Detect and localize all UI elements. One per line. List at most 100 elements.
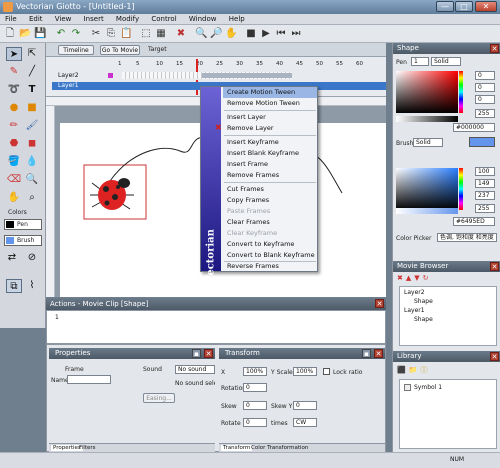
actions-editor[interactable]: 1 [46, 310, 386, 344]
name-field[interactable] [67, 375, 111, 384]
up-icon[interactable]: ▲ [406, 274, 414, 282]
motion-path[interactable] [109, 136, 209, 182]
oval-tool-icon[interactable]: ● [6, 101, 22, 115]
new-symbol-icon[interactable]: ⬛ [397, 366, 409, 374]
go-to-movie-button[interactable]: Go To Movie [100, 45, 140, 55]
easing-button[interactable]: Easing... [143, 393, 175, 403]
menu-item-insert-blank-keyframe[interactable]: Insert Blank Keyframe [227, 148, 317, 159]
rect-tool-icon[interactable]: ■ [24, 101, 40, 115]
timeline-toggle-button[interactable]: Timeline [58, 45, 94, 55]
pen-r-field[interactable]: 0 [475, 71, 495, 80]
tab-transform[interactable]: Transform [221, 445, 253, 451]
menu-item-insert-keyframe[interactable]: Insert Keyframe [227, 137, 317, 148]
pen-color-swatch[interactable]: Pen [4, 219, 42, 230]
pen-color-picker[interactable] [396, 71, 458, 113]
menu-item-convert-to-blank-keyframe[interactable]: Convert to Blank Keyframe [227, 250, 317, 261]
layer-row-layer2[interactable]: Layer2 [52, 72, 386, 80]
delete-icon[interactable]: ✖ [397, 274, 406, 282]
brush-alpha-slider[interactable] [396, 208, 458, 214]
actions-close-icon[interactable]: ✕ [375, 299, 384, 308]
fast-forward-icon[interactable]: ⏭ [290, 28, 302, 40]
menu-control[interactable]: Control [146, 14, 181, 24]
minimize-button[interactable]: — [436, 1, 454, 12]
menu-item-remove-frames[interactable]: Remove Frames [227, 170, 317, 181]
refresh-icon[interactable]: ↻ [423, 274, 432, 282]
x-scale-field[interactable]: 100% [243, 367, 267, 376]
magnifier-tool-icon[interactable]: ⌕ [24, 191, 40, 205]
properties-close-icon[interactable]: ✕ [204, 349, 213, 358]
ladybug-icon[interactable] [90, 178, 134, 210]
zoom-in-icon[interactable]: 🔎 [210, 28, 222, 40]
skewy-field[interactable]: 0 [293, 401, 317, 410]
play-icon[interactable]: ▶ [260, 28, 272, 40]
smooth-icon[interactable]: ⌇ [24, 279, 40, 293]
movie-browser-close-icon[interactable]: ✕ [490, 262, 499, 271]
skew-field[interactable]: 0 [243, 401, 267, 410]
menu-file[interactable]: File [0, 14, 22, 24]
library-close-icon[interactable]: ✕ [490, 352, 499, 361]
brush-b-field[interactable]: 237 [475, 191, 495, 200]
brush-r-field[interactable]: 100 [475, 167, 495, 176]
redo-icon[interactable]: ↷ [70, 28, 82, 40]
rewind-icon[interactable]: ⏮ [275, 28, 287, 40]
pen-g-field[interactable]: 0 [475, 83, 495, 92]
maximize-button[interactable]: □ [455, 1, 473, 12]
lasso-tool-icon[interactable]: ➰ [6, 83, 22, 97]
tween-span[interactable] [202, 73, 292, 78]
text-tool-icon[interactable]: T [24, 83, 40, 97]
menu-item-copy-frames[interactable]: Copy Frames [227, 195, 317, 206]
brush-g-field[interactable]: 149 [475, 179, 495, 188]
library-item-symbol[interactable]: Symbol 1 [414, 384, 442, 391]
menu-window[interactable]: Window [184, 14, 222, 24]
paste-icon[interactable]: 📋 [120, 28, 132, 40]
dropper-icon[interactable]: 💧 [24, 155, 40, 169]
pen-hex-field[interactable]: #000000 [453, 123, 495, 132]
pen-alpha-field[interactable]: 255 [475, 109, 495, 118]
pen-style-select[interactable]: Solid [431, 57, 461, 66]
pen-b-field[interactable]: 0 [475, 95, 495, 104]
sound-select[interactable]: No sound [175, 365, 215, 374]
snap-icon[interactable]: ⧉ [6, 279, 22, 293]
menu-item-clear-keyframe[interactable]: Clear Keyframe [227, 228, 317, 239]
line-tool-icon[interactable]: ╱ [24, 65, 40, 79]
open-file-icon[interactable]: 📂 [19, 28, 31, 40]
pencil-tool-icon[interactable]: ✏ [6, 119, 22, 133]
down-icon[interactable]: ▼ [414, 274, 422, 282]
import-icon[interactable]: ⬚ [140, 28, 152, 40]
menu-item-cut-frames[interactable]: Cut Frames [227, 184, 317, 195]
folder-icon[interactable]: 📁 [409, 366, 421, 374]
brush-hex-field[interactable]: #6495ED [453, 217, 495, 226]
tree-item-layer2[interactable]: Layer2 [404, 289, 425, 296]
tree-item-shape[interactable]: Shape [414, 316, 433, 323]
tree-item-shape[interactable]: Shape [414, 298, 433, 305]
close-button[interactable]: ✕ [475, 1, 497, 12]
swap-colors-icon[interactable]: ⇄ [4, 251, 20, 265]
zoom-out-icon[interactable]: 🔍 [195, 28, 207, 40]
menu-help[interactable]: Help [224, 14, 250, 24]
hand-icon[interactable]: ✋ [225, 28, 237, 40]
no-color-icon[interactable]: ⊘ [24, 251, 40, 265]
pen-alpha-slider[interactable] [396, 116, 458, 122]
stop-icon[interactable]: ■ [245, 28, 257, 40]
save-icon[interactable]: 💾 [34, 28, 46, 40]
menu-item-paste-frames[interactable]: Paste Frames [227, 206, 317, 217]
tab-filters[interactable]: Filters [79, 445, 96, 451]
menu-item-insert-layer[interactable]: Insert Layer [227, 112, 317, 123]
hand-tool-icon[interactable]: ✋ [6, 191, 22, 205]
paint-bucket-icon[interactable]: 🪣 [6, 155, 22, 169]
pen-hue-slider[interactable] [459, 71, 463, 113]
menu-item-insert-frame[interactable]: Insert Frame [227, 159, 317, 170]
brush-style-select[interactable]: Solid [413, 138, 443, 147]
menu-item-clear-frames[interactable]: Clear Frames [227, 217, 317, 228]
menu-modify[interactable]: Modify [111, 14, 144, 24]
rotate-field[interactable]: 0 [243, 418, 267, 427]
export-icon[interactable]: ▦ [155, 28, 167, 40]
direction-select[interactable]: CW [293, 418, 317, 427]
tab-color-transformation[interactable]: Color Transformation [251, 445, 308, 451]
menu-item-reverse-frames[interactable]: Reverse Frames [227, 261, 317, 272]
cut-icon[interactable]: ✂ [90, 28, 102, 40]
transform-pin-icon[interactable]: ▪ [362, 349, 371, 358]
menu-view[interactable]: View [50, 14, 77, 24]
y-scale-field[interactable]: 100% [293, 367, 317, 376]
copy-icon[interactable]: ⎘ [105, 28, 117, 40]
